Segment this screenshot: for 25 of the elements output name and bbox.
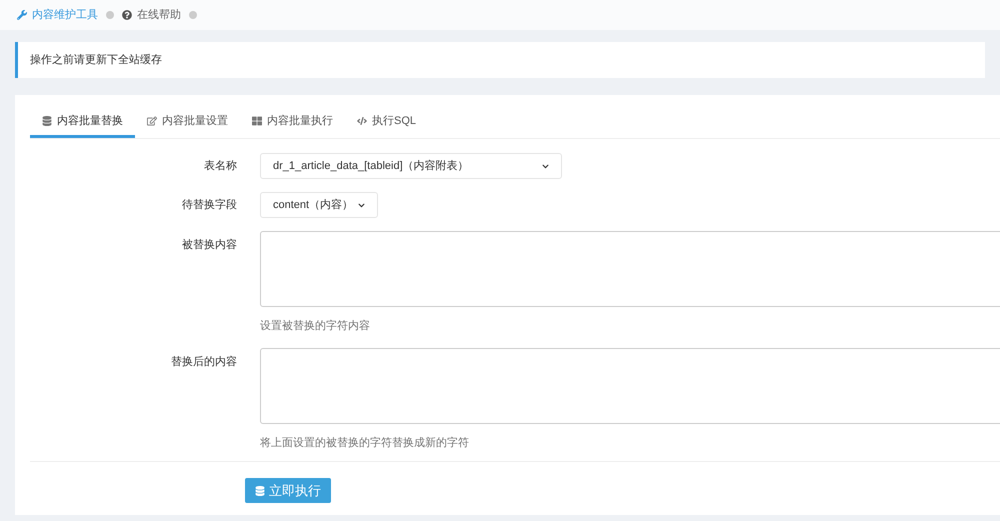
help-text: 将上面设置的被替换的字符替换成新的字符 [260,436,470,450]
code-icon [357,116,367,126]
help-icon [122,10,132,20]
help-text: 设置被替换的字符内容 [260,318,371,334]
field-label: 表名称 [203,159,237,174]
database-icon [42,116,52,126]
select-field[interactable]: dr_1_article_data_[tableid]（内容附表） [260,153,562,179]
select-field[interactable]: content（内容） [260,192,378,218]
tab[interactable]: 内容批量执行 [240,107,345,138]
edit-icon [147,116,157,126]
text-area[interactable] [260,231,1000,307]
field-label: 待替换字段 [181,198,237,213]
grid-icon [252,116,262,126]
field-label: 替换后的内容 [170,354,237,370]
database-icon [255,486,265,496]
text-area[interactable] [260,348,1000,424]
alert-message: 操作之前请更新下全站缓存 [15,42,985,78]
tab[interactable]: 内容批量替换 [30,107,135,138]
field-label: 被替换内容 [181,238,237,253]
tab[interactable]: 执行SQL [345,107,428,138]
chevron-icon [358,202,365,208]
tab[interactable]: 内容批量设置 [135,107,240,138]
wrench-icon [17,10,27,20]
chevron-icon [542,162,549,170]
breadcrumb-link[interactable]: 在线帮助 [122,6,181,24]
